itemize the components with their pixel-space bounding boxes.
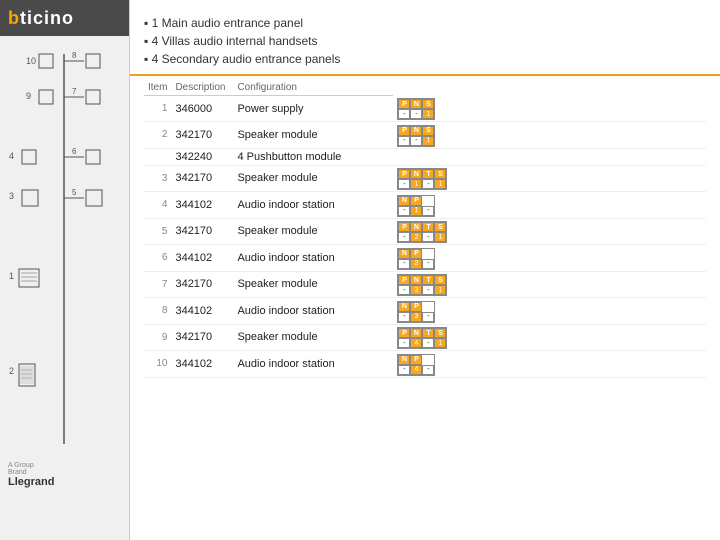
item-code: 342170 [171,218,233,245]
item-config: N P - 1 - [393,192,706,219]
svg-text:5: 5 [72,188,77,197]
col-desc: Description [171,80,233,96]
logo-text: bticino [8,8,74,29]
item-config: N P - 2 - [393,245,706,272]
item-config: N P - 3 - [393,298,706,325]
table-body: 1 346000 Power supply P N S - - 1 2 3421… [144,96,706,378]
table-row: 7 342170 Speaker module P N T S - 3 - 1 [144,271,706,298]
table-row: 4 344102 Audio indoor station N P - 1 - [144,192,706,219]
item-description: Audio indoor station [233,192,393,219]
svg-text:7: 7 [72,87,77,96]
item-code: 342170 [171,165,233,192]
row-number: 7 [144,271,171,298]
table-row: 1 346000 Power supply P N S - - 1 [144,96,706,122]
row-number [144,148,171,165]
item-description: Audio indoor station [233,298,393,325]
row-number: 9 [144,324,171,351]
bullet-list: 1 Main audio entrance panel4 Villas audi… [144,14,706,68]
wiring-diagram: 10 8 9 7 4 6 3 5 1 [4,44,126,474]
logo-rest: ticino [20,8,74,28]
item-config: P N T S - 4 - 1 [393,324,706,351]
item-description: Speaker module [233,271,393,298]
item-description: Speaker module [233,122,393,149]
main-content: 1 Main audio entrance panel4 Villas audi… [130,0,720,540]
svg-text:2: 2 [9,366,14,376]
col-item: Item [144,80,171,96]
svg-text:4: 4 [9,151,14,161]
table-row: 9 342170 Speaker module P N T S - 4 - 1 [144,324,706,351]
item-config: P N T S - 1 - 1 [393,165,706,192]
brand-group-text: A GroupBrand [8,462,54,476]
table-row: 10 344102 Audio indoor station N P - 4 - [144,351,706,378]
item-description: Audio indoor station [233,351,393,378]
logo-bar: bticino [0,0,129,36]
bullet-item: 4 Villas audio internal handsets [144,32,706,50]
diagram-area: 10 8 9 7 4 6 3 5 1 [0,36,129,496]
header: 1 Main audio entrance panel4 Villas audi… [130,0,720,76]
table-row: 5 342170 Speaker module P N T S - 2 - 1 [144,218,706,245]
row-number: 2 [144,122,171,149]
item-code: 344102 [171,351,233,378]
row-number: 8 [144,298,171,325]
item-config: P N S - - 1 [393,122,706,149]
table-row: 6 344102 Audio indoor station N P - 2 - [144,245,706,272]
svg-text:8: 8 [72,51,77,60]
table-row: 8 344102 Audio indoor station N P - 3 - [144,298,706,325]
item-description: Speaker module [233,324,393,351]
item-code: 342240 [171,148,233,165]
table-row: 3 342170 Speaker module P N T S - 1 - 1 [144,165,706,192]
row-number: 10 [144,351,171,378]
item-code: 346000 [171,96,233,122]
item-config: P N T S - 2 - 1 [393,218,706,245]
row-number: 3 [144,165,171,192]
bullet-item: 4 Secondary audio entrance panels [144,50,706,68]
item-config: P N S - - 1 [393,96,706,122]
item-code: 342170 [171,324,233,351]
items-table: Item Description Configuration 1 346000 … [144,80,706,378]
row-number: 5 [144,218,171,245]
svg-text:3: 3 [9,191,14,201]
item-code: 344102 [171,192,233,219]
item-code: 342170 [171,122,233,149]
bullet-item: 1 Main audio entrance panel [144,14,706,32]
item-description: 4 Pushbutton module [233,148,393,165]
item-description: Speaker module [233,218,393,245]
content-table: Item Description Configuration 1 346000 … [130,76,720,526]
brand-footer: A GroupBrand Llegrand [8,462,54,488]
item-description: Audio indoor station [233,245,393,272]
logo-b-letter: b [8,8,20,28]
item-code: 342170 [171,271,233,298]
table-row: 342240 4 Pushbutton module [144,148,706,165]
item-config: P N T S - 3 - 1 [393,271,706,298]
sidebar: bticino 10 8 9 7 4 6 3 [0,0,130,540]
svg-text:10: 10 [26,56,36,66]
row-number: 1 [144,96,171,122]
item-description: Speaker module [233,165,393,192]
row-number: 6 [144,245,171,272]
item-code: 344102 [171,298,233,325]
row-number: 4 [144,192,171,219]
item-code: 344102 [171,245,233,272]
svg-text:1: 1 [9,271,14,281]
svg-text:6: 6 [72,147,77,156]
legrand-logo: Llegrand [8,476,54,488]
col-config: Configuration [233,80,393,96]
item-config [393,148,706,165]
item-description: Power supply [233,96,393,122]
table-row: 2 342170 Speaker module P N S - - 1 [144,122,706,149]
item-config: N P - 4 - [393,351,706,378]
svg-text:9: 9 [26,91,31,101]
